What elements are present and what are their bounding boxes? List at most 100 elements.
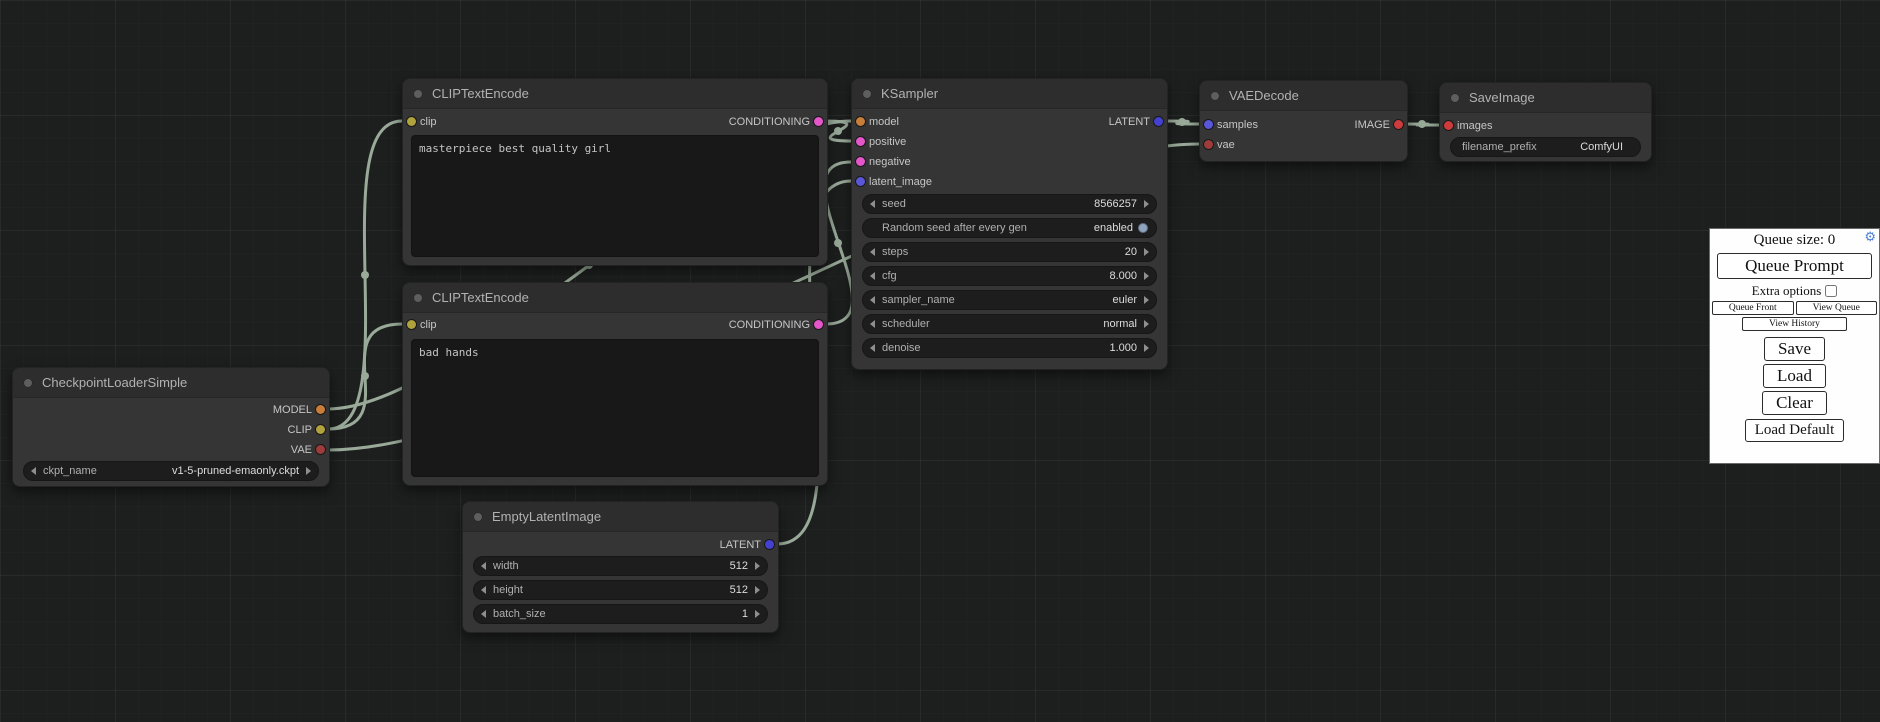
slot-label: images [1457,120,1492,132]
settings-icon[interactable]: ⚙ [1864,230,1876,243]
increment-arrow-icon[interactable] [306,467,311,475]
output-dot-model[interactable] [316,405,325,414]
scheduler-widget[interactable]: scheduler normal [862,314,1157,334]
widget-value: euler [1113,294,1137,306]
node-collapse-dot[interactable] [413,293,423,303]
slot-label: clip [420,319,437,331]
output-dot-latent[interactable] [765,540,774,549]
positive-prompt-textarea[interactable]: masterpiece best quality girl [411,135,819,257]
node-titlebar[interactable]: CLIPTextEncode [403,283,827,313]
slot-label: positive [869,136,906,148]
sampler-name-widget[interactable]: sampler_name euler [862,290,1157,310]
increment-arrow-icon[interactable] [1144,320,1149,328]
decrement-arrow-icon[interactable] [870,296,875,304]
decrement-arrow-icon[interactable] [481,610,486,618]
extra-options-checkbox[interactable] [1825,285,1837,297]
input-slot-negative: negative [852,152,911,172]
decrement-arrow-icon[interactable] [870,200,875,208]
input-dot-clip[interactable] [407,117,416,126]
decrement-arrow-icon[interactable] [870,320,875,328]
node-collapse-dot[interactable] [413,89,423,99]
node-titlebar[interactable]: SaveImage [1440,83,1651,113]
slot-label: samples [1217,119,1258,131]
output-slot-model: MODEL [273,400,329,420]
slot-label: CONDITIONING [729,116,810,128]
negative-prompt-textarea[interactable]: bad hands [411,339,819,477]
decrement-arrow-icon[interactable] [481,562,486,570]
node-vae-decode[interactable]: VAEDecode samples IMAGE vae [1199,80,1408,162]
cfg-widget[interactable]: cfg 8.000 [862,266,1157,286]
output-dot-conditioning[interactable] [814,117,823,126]
denoise-widget[interactable]: denoise 1.000 [862,338,1157,358]
input-slot-model: model [852,112,899,132]
load-button[interactable]: Load [1763,364,1826,388]
node-title: VAEDecode [1229,88,1299,103]
widget-label: steps [882,246,908,258]
increment-arrow-icon[interactable] [1144,200,1149,208]
widget-label: sampler_name [882,294,955,306]
decrement-arrow-icon[interactable] [31,467,36,475]
input-dot-samples[interactable] [1204,120,1213,129]
width-widget[interactable]: width 512 [473,556,768,576]
increment-arrow-icon[interactable] [1144,344,1149,352]
seed-widget[interactable]: seed 8566257 [862,194,1157,214]
increment-arrow-icon[interactable] [1144,248,1149,256]
node-collapse-dot[interactable] [23,378,33,388]
decrement-arrow-icon[interactable] [870,272,875,280]
output-dot-vae[interactable] [316,445,325,454]
node-titlebar[interactable]: VAEDecode [1200,81,1407,111]
decrement-arrow-icon[interactable] [481,586,486,594]
increment-arrow-icon[interactable] [755,562,760,570]
decrement-arrow-icon[interactable] [870,344,875,352]
node-checkpoint-loader[interactable]: CheckpointLoaderSimple MODEL CLIP VAE ck… [12,367,330,487]
input-dot-latent-image[interactable] [856,177,865,186]
toggle-dot-icon[interactable] [1138,223,1148,233]
node-empty-latent-image[interactable]: EmptyLatentImage LATENT width 512 height… [462,501,779,633]
node-collapse-dot[interactable] [1210,91,1220,101]
input-dot-positive[interactable] [856,137,865,146]
random-seed-toggle-widget[interactable]: Random seed after every gen enabled [862,218,1157,238]
decrement-arrow-icon[interactable] [870,248,875,256]
node-titlebar[interactable]: CheckpointLoaderSimple [13,368,329,398]
save-button[interactable]: Save [1764,337,1825,361]
node-collapse-dot[interactable] [862,89,872,99]
output-dot-clip[interactable] [316,425,325,434]
output-dot-conditioning[interactable] [814,320,823,329]
input-dot-clip[interactable] [407,320,416,329]
batch-size-widget[interactable]: batch_size 1 [473,604,768,624]
clear-button[interactable]: Clear [1762,391,1827,415]
increment-arrow-icon[interactable] [1144,272,1149,280]
increment-arrow-icon[interactable] [755,586,760,594]
input-dot-negative[interactable] [856,157,865,166]
input-dot-images[interactable] [1444,121,1453,130]
widget-label: batch_size [493,608,546,620]
output-dot-latent[interactable] [1154,117,1163,126]
node-graph-canvas[interactable]: CheckpointLoaderSimple MODEL CLIP VAE ck… [0,0,1880,722]
steps-widget[interactable]: steps 20 [862,242,1157,262]
node-collapse-dot[interactable] [473,512,483,522]
increment-arrow-icon[interactable] [1144,296,1149,304]
queue-prompt-button[interactable]: Queue Prompt [1717,253,1872,279]
output-dot-image[interactable] [1394,120,1403,129]
view-queue-button[interactable]: View Queue [1796,301,1878,315]
height-widget[interactable]: height 512 [473,580,768,600]
view-history-button[interactable]: View History [1742,317,1847,331]
ckpt-name-widget[interactable]: ckpt_name v1-5-pruned-emaonly.ckpt [23,461,319,481]
increment-arrow-icon[interactable] [755,610,760,618]
node-ksampler[interactable]: KSampler model LATENT positive negative … [851,78,1168,370]
input-dot-vae[interactable] [1204,140,1213,149]
queue-front-button[interactable]: Queue Front [1712,301,1794,315]
node-titlebar[interactable]: KSampler [852,79,1167,109]
output-slot-latent: LATENT [720,535,778,555]
node-clip-text-encode-positive[interactable]: CLIPTextEncode clip CONDITIONING masterp… [402,78,828,266]
filename-prefix-widget[interactable]: filename_prefix ComfyUI [1450,137,1641,157]
widget-value: 512 [730,560,748,572]
node-save-image[interactable]: SaveImage images filename_prefix ComfyUI [1439,82,1652,162]
node-collapse-dot[interactable] [1450,93,1460,103]
node-titlebar[interactable]: EmptyLatentImage [463,502,778,532]
node-clip-text-encode-negative[interactable]: CLIPTextEncode clip CONDITIONING bad han… [402,282,828,486]
widget-label: ckpt_name [43,465,97,477]
input-dot-model[interactable] [856,117,865,126]
node-titlebar[interactable]: CLIPTextEncode [403,79,827,109]
load-default-button[interactable]: Load Default [1745,419,1845,442]
